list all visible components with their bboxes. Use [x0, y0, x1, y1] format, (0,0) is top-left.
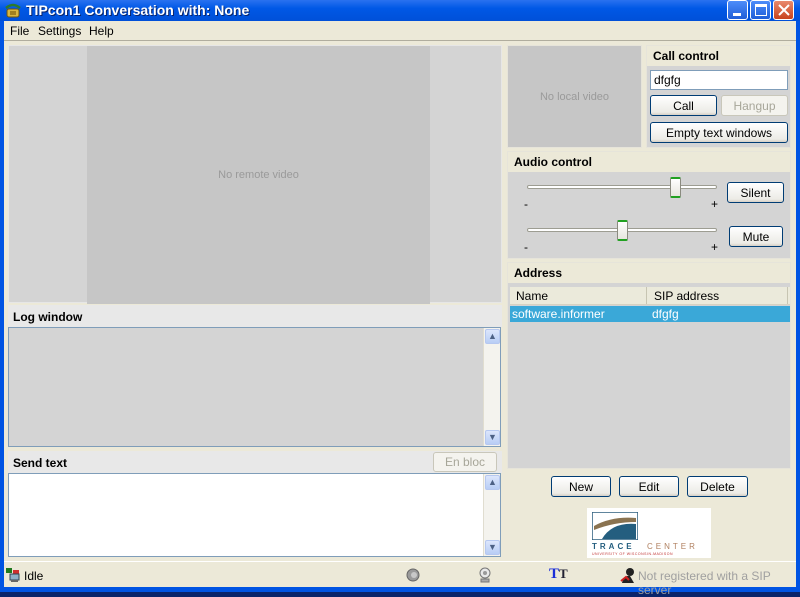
log-window-header: Log window — [8, 305, 502, 327]
remote-video-panel: No remote video — [8, 45, 502, 304]
menu-file[interactable]: File — [10, 24, 29, 38]
local-video-panel: No local video — [507, 45, 642, 148]
menu-settings[interactable]: Settings — [38, 24, 81, 38]
column-sip-address[interactable]: SIP address — [648, 287, 788, 304]
title-bar[interactable]: TIPcon1 Conversation with: None — [0, 0, 800, 21]
sip-user-icon[interactable] — [620, 567, 636, 583]
en-bloc-button[interactable]: En bloc — [433, 452, 497, 472]
local-video-placeholder: No local video — [539, 91, 610, 103]
speaker-min-label: - — [524, 197, 528, 211]
close-button[interactable] — [773, 0, 794, 20]
call-address-input[interactable] — [650, 70, 788, 90]
column-name[interactable]: Name — [510, 287, 647, 304]
call-control-panel: Call control Call Hangup Empty text wind… — [646, 45, 791, 148]
remote-video-placeholder: No remote video — [218, 169, 299, 181]
minimize-button[interactable] — [727, 0, 748, 20]
log-window-text[interactable]: ▲ ▼ — [8, 327, 501, 447]
microphone-volume-slider[interactable] — [616, 220, 628, 241]
microphone-max-label: + — [711, 240, 719, 254]
trace-logo-graphic — [592, 512, 638, 540]
menu-help[interactable]: Help — [89, 24, 114, 38]
edit-address-button[interactable]: Edit — [619, 476, 679, 497]
microphone-min-label: - — [524, 240, 528, 254]
application-window: TIPcon1 Conversation with: None File Set… — [0, 0, 800, 597]
status-bar: Idle TT Not registered with a SIP server — [4, 561, 796, 597]
call-button[interactable]: Call — [650, 95, 717, 116]
hangup-button[interactable]: Hangup — [721, 95, 788, 116]
address-row[interactable]: software.informer dfgfg — [510, 306, 790, 322]
send-text-input[interactable]: ▲ ▼ — [8, 473, 501, 557]
address-table-header: Name SIP address — [510, 287, 790, 305]
window-title: TIPcon1 Conversation with: None — [26, 2, 250, 18]
speaker-icon[interactable] — [406, 568, 420, 582]
delete-address-button[interactable]: Delete — [687, 476, 748, 497]
send-text-scrollbar[interactable]: ▲ ▼ — [483, 474, 500, 556]
maximize-button[interactable] — [750, 0, 771, 20]
call-control-header: Call control — [647, 46, 790, 66]
scroll-up-icon[interactable]: ▲ — [485, 475, 500, 490]
address-row-sip: dfgfg — [652, 307, 679, 321]
close-icon — [778, 4, 790, 16]
webcam-icon[interactable] — [479, 567, 491, 583]
scroll-down-icon[interactable]: ▼ — [485, 430, 500, 445]
minimize-icon — [733, 13, 741, 16]
address-header: Address — [508, 263, 790, 283]
client-area: File Settings Help No remote video Log w… — [4, 21, 796, 597]
maximize-icon — [755, 4, 767, 16]
log-scrollbar[interactable]: ▲ ▼ — [483, 328, 500, 446]
speaker-volume-track[interactable] — [527, 185, 717, 189]
audio-control-panel: Audio control - + Silent - + Mute — [507, 151, 791, 259]
text-icon[interactable]: TT — [549, 566, 568, 583]
mute-button[interactable]: Mute — [729, 226, 783, 247]
address-row-name: software.informer — [512, 307, 605, 321]
address-panel: Address Name SIP address software.inform… — [507, 262, 791, 469]
empty-text-windows-button[interactable]: Empty text windows — [650, 122, 788, 143]
speaker-volume-slider[interactable] — [670, 177, 682, 198]
trace-center-logo: TRACE CENTER UNIVERSITY OF WISCONSIN-MAD… — [587, 508, 711, 558]
network-icon — [6, 568, 20, 582]
new-address-button[interactable]: New — [551, 476, 611, 497]
remote-video-area: No remote video — [87, 46, 430, 304]
scroll-down-icon[interactable]: ▼ — [485, 540, 500, 555]
send-text-header: Send text — [8, 451, 502, 473]
sip-registration-status: Not registered with a SIP server — [638, 569, 771, 597]
menu-bar: File Settings Help — [4, 21, 796, 41]
logo-trace-text: TRACE — [592, 542, 635, 551]
logo-center-text: CENTER — [647, 542, 698, 551]
silent-button[interactable]: Silent — [727, 182, 784, 203]
audio-control-header: Audio control — [508, 152, 790, 172]
speaker-max-label: + — [711, 197, 719, 211]
logo-subtitle: UNIVERSITY OF WISCONSIN-MADISON — [592, 552, 673, 556]
connection-status: Idle — [24, 569, 44, 583]
phone-app-icon — [5, 3, 21, 18]
scroll-up-icon[interactable]: ▲ — [485, 329, 500, 344]
